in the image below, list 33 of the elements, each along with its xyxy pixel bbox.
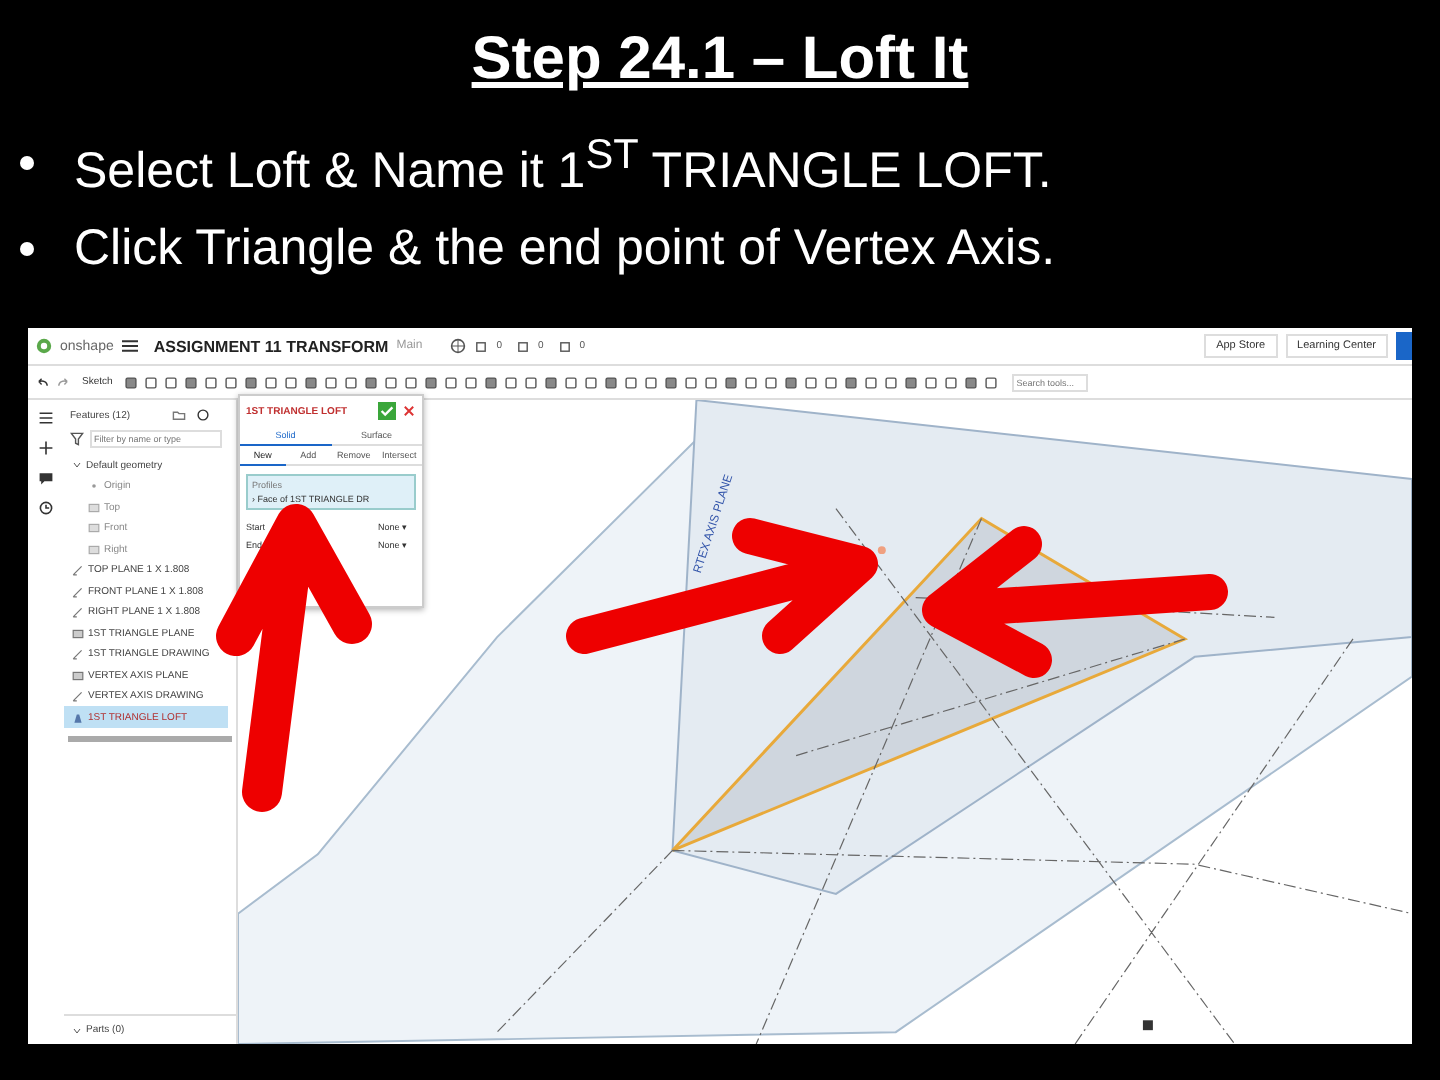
undo-icon[interactable] [36, 375, 50, 390]
menu-icon[interactable] [121, 338, 138, 355]
plane-icon [72, 669, 84, 682]
confirm-icon[interactable] [378, 402, 396, 421]
bullet-dot [20, 242, 34, 257]
folder-icon[interactable] [172, 408, 187, 423]
slide-title: Step 24.1 – Loft It [471, 24, 969, 96]
logo-icon [36, 338, 52, 355]
plane-icon [72, 627, 84, 640]
count-icon[interactable] [474, 339, 489, 354]
close-icon[interactable] [402, 404, 416, 419]
count-icon[interactable] [516, 339, 530, 354]
origin-icon [88, 480, 100, 493]
globe-icon[interactable] [450, 338, 467, 355]
chevron-icon[interactable] [72, 460, 82, 471]
redo-icon[interactable] [56, 375, 70, 390]
pencil-icon [72, 690, 84, 703]
document-title: ASSIGNMENT 11 TRANSFORM [153, 337, 389, 356]
filter-icon[interactable] [70, 432, 84, 447]
comment-icon[interactable] [38, 470, 54, 487]
pencil-icon [72, 606, 84, 619]
plus-icon[interactable] [38, 440, 54, 457]
primary-button[interactable] [1396, 332, 1412, 361]
pencil-icon [72, 648, 84, 661]
pencil-icon [72, 564, 84, 577]
feature-list-icon[interactable] [38, 410, 54, 427]
bullet-text: Click Triangle & the end point of Vertex Axis. [74, 218, 1056, 281]
bullet-dot [20, 156, 34, 171]
bullet-text: Select Loft & Name it 1$^{ST}$ TRIANGLE LOFT. [74, 130, 1052, 203]
loft-icon [72, 711, 84, 724]
chevron-icon[interactable] [72, 1025, 82, 1036]
pencil-icon [72, 585, 84, 598]
count-icon[interactable] [557, 339, 572, 354]
